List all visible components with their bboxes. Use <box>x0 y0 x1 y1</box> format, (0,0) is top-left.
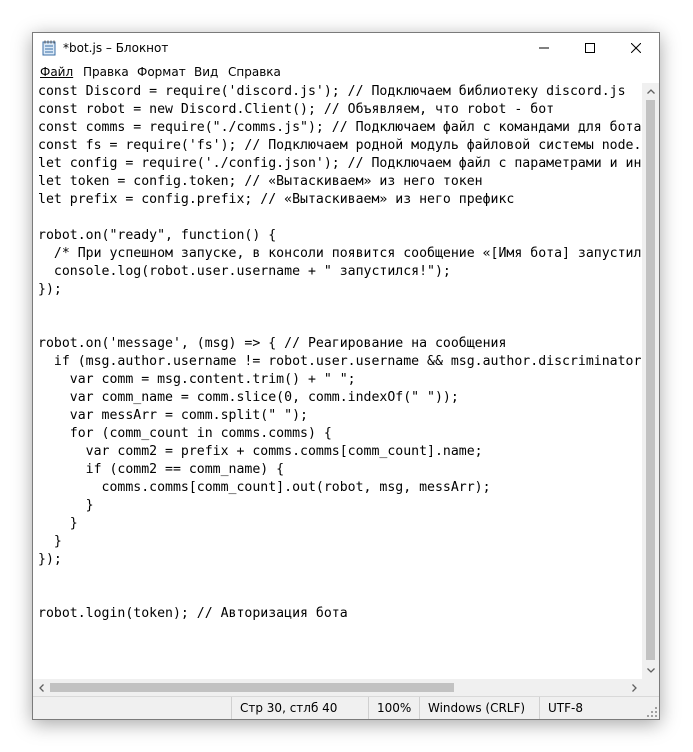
code-line: var comm2 = prefix + comms.comms[comm_co… <box>38 444 483 459</box>
scroll-left-button[interactable] <box>33 679 50 696</box>
scroll-right-button[interactable] <box>626 679 643 696</box>
window-title: *bot.js – Блокнот <box>63 41 169 55</box>
code-line: let config = require('./config.json'); /… <box>38 156 643 171</box>
title-bar[interactable]: *bot.js – Блокнот <box>33 33 659 63</box>
menu-format[interactable]: Формат <box>137 65 186 79</box>
chevron-right-icon <box>632 683 637 692</box>
code-line: } <box>38 498 94 513</box>
menu-view-label: Вид <box>194 65 219 79</box>
code-line: let token = config.token; // «Вытаскивае… <box>38 174 483 189</box>
code-line: /* При успешном запуске, в консоли появи… <box>38 246 643 261</box>
code-line: } <box>38 516 78 531</box>
code-line: robot.login(token); // Авторизация бота <box>38 606 348 621</box>
status-line-endings: Windows (CRLF) <box>419 697 539 719</box>
code-line: if (msg.author.username != robot.user.us… <box>53 354 642 369</box>
notepad-icon <box>42 40 56 56</box>
menu-edit[interactable]: Правка <box>83 65 129 79</box>
menu-file-label: Файл <box>40 65 74 79</box>
code-line: robot.on("ready", function() { <box>38 228 277 243</box>
code-line: comms.comms[comm_count].out(robot, msg, … <box>38 480 491 495</box>
scrollbar-corner <box>642 679 659 696</box>
code-line: robot.on('message', (msg) => { // Реагир… <box>38 336 507 351</box>
status-encoding: UTF-8 <box>539 697 643 719</box>
code-line: var messArr = comm.split(" "); <box>38 408 308 423</box>
text-editor[interactable]: const Discord = require('discord.js'); /… <box>33 83 643 679</box>
status-zoom: 100% <box>368 697 418 719</box>
code-line: for (comm_count in comms.comms) { <box>38 426 332 441</box>
scroll-down-button[interactable] <box>642 662 659 679</box>
maximize-icon <box>585 43 595 53</box>
status-cursor-position: Стр 30, стлб 40 <box>231 697 363 719</box>
code-line: console.log(robot.user.username + " запу… <box>38 264 451 279</box>
code-line: const fs = require('fs'); // Подключаем … <box>38 138 643 153</box>
close-icon <box>631 43 641 53</box>
code-line: var comm = msg.content.trim() + " "; <box>38 372 356 387</box>
maximize-button[interactable] <box>567 33 613 63</box>
resize-grip-icon[interactable] <box>647 707 657 717</box>
menu-format-label: Формат <box>137 65 186 79</box>
minimize-icon <box>539 47 549 49</box>
code-line: }); <box>38 282 62 297</box>
menu-view[interactable]: Вид <box>194 65 218 79</box>
code-text[interactable]: const Discord = require('discord.js'); /… <box>33 83 643 623</box>
menu-help-label: Справка <box>228 65 281 79</box>
vertical-scroll-thumb[interactable] <box>646 100 655 660</box>
close-button[interactable] <box>613 33 659 63</box>
code-line: const comms = require("./comms.js"); // … <box>38 120 642 135</box>
vertical-scrollbar[interactable] <box>642 83 659 679</box>
code-line: }); <box>38 552 62 567</box>
menu-help[interactable]: Справка <box>228 65 281 79</box>
menu-bar: Файл Правка Формат Вид Справка <box>33 63 659 83</box>
code-line: const robot = new Discord.Client(); // О… <box>38 102 555 117</box>
chevron-down-icon <box>646 668 655 673</box>
code-line: var comm_name = comm.slice(0, comm.index… <box>38 390 459 405</box>
code-line: if (comm2 == comm_name) { <box>38 462 285 477</box>
horizontal-scrollbar[interactable] <box>33 679 643 696</box>
chevron-left-icon <box>39 683 44 692</box>
chevron-up-icon <box>646 89 655 94</box>
menu-edit-label: Правка <box>83 65 129 79</box>
minimize-button[interactable] <box>521 33 567 63</box>
horizontal-scroll-thumb[interactable] <box>50 683 454 692</box>
code-line: } <box>38 534 62 549</box>
status-bar: Стр 30, стлб 40 100% Windows (CRLF) UTF-… <box>33 696 659 719</box>
notepad-window: *bot.js – Блокнот Файл Правка Формат Вид… <box>32 32 660 720</box>
menu-file[interactable]: Файл <box>40 65 73 79</box>
scroll-up-button[interactable] <box>642 83 659 100</box>
code-line: const Discord = require('discord.js'); /… <box>38 84 626 99</box>
code-line: let prefix = config.prefix; // «Вытаскив… <box>38 192 515 207</box>
